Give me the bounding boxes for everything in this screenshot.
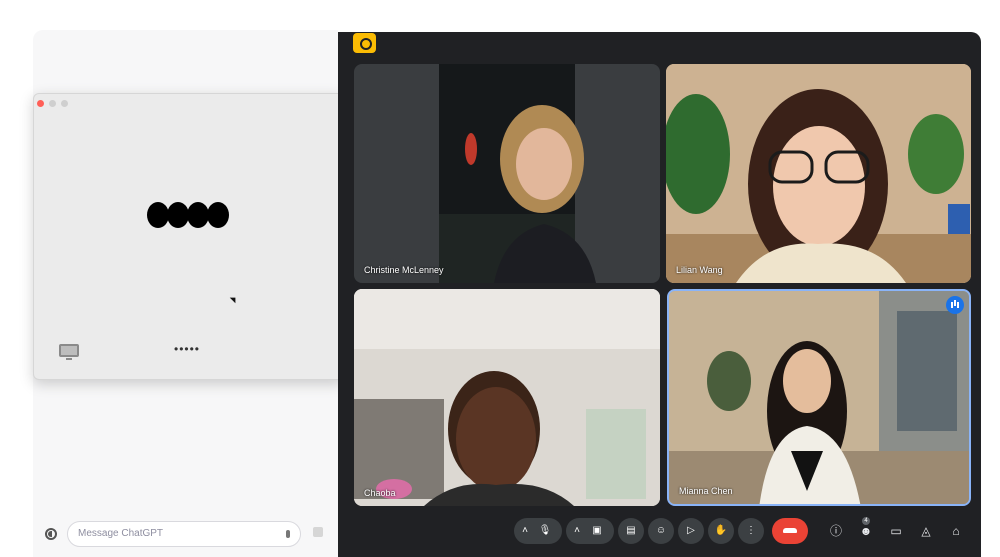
present-button[interactable]: ▷: [678, 518, 704, 544]
recording-badge-icon[interactable]: [353, 33, 376, 53]
zoom-window-button[interactable]: [61, 100, 68, 107]
voice-mode-window: •••••: [33, 93, 344, 380]
chat-icon[interactable]: ▭: [887, 522, 905, 540]
mouse-cursor-icon: [229, 294, 239, 304]
info-icon[interactable]: ⓘ: [827, 522, 845, 540]
chevron-up-icon[interactable]: ˄: [572, 525, 582, 537]
meet-window: Christine McLenney Lilian Wang Chaoba Mi…: [338, 32, 981, 557]
participant-video: [354, 289, 660, 506]
speaking-indicator-icon: [946, 296, 964, 314]
desktop: Message ChatGPT ••••• Christine McLenney…: [0, 0, 1000, 557]
minimize-window-button[interactable]: [49, 100, 56, 107]
voice-blob: [207, 202, 229, 228]
microphone-icon[interactable]: [286, 530, 290, 538]
voice-blob: [147, 202, 169, 228]
camera-icon[interactable]: ▣: [590, 525, 604, 537]
message-input[interactable]: Message ChatGPT: [67, 521, 301, 547]
participant-tile-chaoba[interactable]: Chaoba: [354, 289, 660, 506]
present-icon: ▷: [687, 525, 695, 536]
camera-control[interactable]: ˄ ▣: [566, 518, 614, 544]
participant-video: [669, 291, 969, 504]
participant-name: Chaoba: [364, 488, 396, 498]
close-window-button[interactable]: [37, 100, 44, 107]
voice-blob: [167, 202, 189, 228]
raise-hand-icon: ✋: [714, 525, 728, 536]
more-options-button[interactable]: ⋮: [738, 518, 764, 544]
message-input-placeholder: Message ChatGPT: [78, 528, 164, 539]
microphone-control[interactable]: ˄ 🎙: [514, 518, 562, 544]
participant-tile-lilian[interactable]: Lilian Wang: [666, 64, 971, 283]
theme-toggle-icon[interactable]: [45, 528, 57, 540]
participant-tile-christine[interactable]: Christine McLenney: [354, 64, 660, 283]
participant-count-badge: 4: [862, 517, 870, 525]
participant-tile-mianna[interactable]: Mianna Chen: [667, 289, 971, 506]
participant-video: [439, 64, 596, 283]
captions-icon: ▤: [626, 525, 636, 536]
participant-name: Mianna Chen: [679, 486, 733, 496]
microphone-icon[interactable]: 🎙: [538, 525, 552, 537]
participant-video: [666, 64, 971, 283]
reactions-button[interactable]: ☺: [648, 518, 674, 544]
raise-hand-button[interactable]: ✋: [708, 518, 734, 544]
activities-icon[interactable]: ◬: [917, 522, 935, 540]
chatgpt-composer: Message ChatGPT: [33, 515, 338, 557]
meet-control-bar: ˄ 🎙 ˄ ▣ ▤ ☺ ▷ ✋ ⋮ ⓘ ☻ 4 ▭ ◬ ⌂: [514, 517, 974, 546]
send-icon[interactable]: [313, 527, 323, 537]
chevron-up-icon[interactable]: ˄: [520, 525, 530, 537]
voice-blob: [187, 202, 209, 228]
more-options-icon: ⋮: [746, 525, 756, 536]
voice-status-dots: •••••: [174, 342, 201, 356]
host-controls-icon[interactable]: ⌂: [947, 522, 965, 540]
captions-button[interactable]: ▤: [618, 518, 644, 544]
participant-name: Christine McLenney: [364, 265, 444, 275]
end-call-button[interactable]: [772, 518, 808, 544]
people-icon[interactable]: ☻ 4: [857, 517, 875, 540]
screen-share-icon[interactable]: [59, 344, 79, 360]
voice-activity-indicator: [147, 202, 229, 228]
participant-name: Lilian Wang: [676, 265, 723, 275]
emoji-icon: ☺: [655, 525, 667, 536]
